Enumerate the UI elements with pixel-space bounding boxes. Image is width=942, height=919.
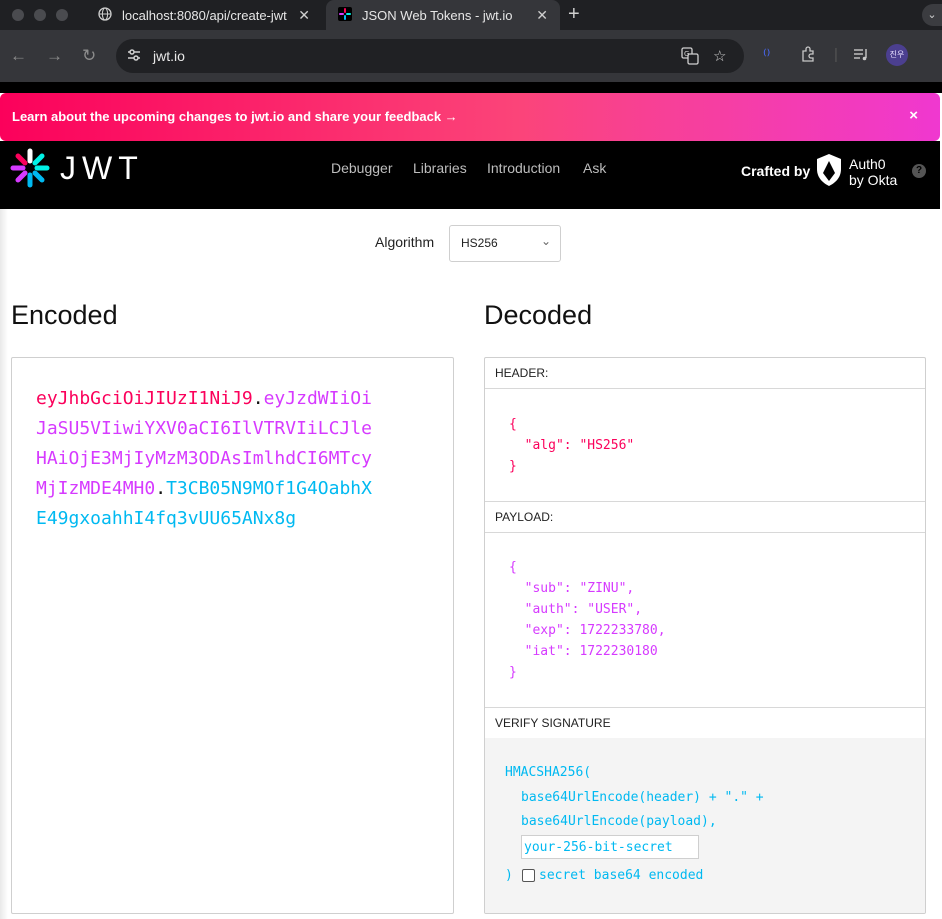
globe-icon: [98, 6, 112, 24]
nav-libraries[interactable]: Libraries: [413, 160, 467, 176]
browser-toolbar: ← → ↻ jwt.io G ☆ ⁽⁾ | 진우: [0, 30, 942, 82]
svg-text:G: G: [684, 50, 689, 58]
crafted-by-label: Crafted by: [741, 163, 811, 179]
extensions-puzzle-icon[interactable]: [800, 46, 816, 66]
site-settings-icon[interactable]: [126, 47, 142, 66]
secret-base64-label[interactable]: secret base64 encoded: [539, 865, 703, 886]
secret-base64-checkbox[interactable]: [522, 869, 535, 882]
auth0-by-okta-link[interactable]: Auth0 by Okta: [849, 156, 897, 188]
jwt-logo-icon[interactable]: [10, 148, 50, 188]
help-icon[interactable]: ?: [912, 164, 926, 178]
header-section-label: HEADER:: [485, 358, 925, 389]
verify-signature-area: HMACSHA256( base64UrlEncode(header) + ".…: [485, 738, 925, 913]
address-bar[interactable]: jwt.io G ☆: [116, 39, 744, 73]
window-close-button[interactable]: [12, 9, 24, 21]
payload-json-editor[interactable]: { "sub": "ZINU", "auth": "USER", "exp": …: [509, 557, 666, 683]
encoded-token[interactable]: eyJhbGciOiJIUzI1NiJ9.eyJzdWIiOiJaSU5VIiw…: [36, 384, 376, 534]
browser-tab-create-jwt[interactable]: localhost:8080/api/create-jwt ✕: [86, 0, 322, 30]
forward-icon[interactable]: →: [46, 46, 63, 66]
auth0-line2: by Okta: [849, 172, 898, 188]
banner-close-icon[interactable]: ×: [909, 107, 918, 124]
verify-line-payload: base64UrlEncode(payload),: [521, 814, 717, 829]
translate-icon[interactable]: G: [681, 47, 699, 69]
algorithm-label: Algorithm: [375, 234, 435, 250]
new-tab-icon[interactable]: +: [568, 3, 580, 26]
window-zoom-button[interactable]: [56, 9, 68, 21]
header-json-editor[interactable]: { "alg": "HS256" }: [509, 414, 634, 477]
toolbar-divider: |: [834, 46, 838, 63]
algorithm-value: HS256: [461, 236, 498, 250]
verify-line-header: base64UrlEncode(header) + "." +: [521, 790, 764, 805]
auth0-shield-icon[interactable]: [815, 153, 843, 187]
url-text[interactable]: jwt.io: [153, 48, 185, 64]
window-minimize-button[interactable]: [34, 9, 46, 21]
nav-ask[interactable]: Ask: [583, 160, 606, 176]
encoded-token-editor[interactable]: eyJhbGciOiJIUzI1NiJ9.eyJzdWIiOiJaSU5VIiw…: [11, 357, 454, 914]
payload-section-label: PAYLOAD:: [485, 501, 925, 533]
close-tab-icon[interactable]: ✕: [536, 7, 548, 24]
tab-title: localhost:8080/api/create-jwt: [122, 7, 287, 23]
browser-tab-bar: localhost:8080/api/create-jwt ✕ JSON Web…: [0, 0, 942, 30]
verify-section-label: VERIFY SIGNATURE: [485, 707, 925, 739]
token-header-segment: eyJhbGciOiJIUzI1NiJ9: [36, 388, 253, 409]
tab-title: JSON Web Tokens - jwt.io: [362, 7, 513, 23]
reload-icon[interactable]: ↻: [82, 46, 96, 66]
jwt-favicon: [338, 6, 352, 24]
bookmark-star-icon[interactable]: ☆: [713, 47, 726, 65]
announcement-banner: Learn about the upcoming changes to jwt.…: [0, 93, 940, 141]
decoded-panel: HEADER: { "alg": "HS256" } PAYLOAD: { "s…: [484, 357, 926, 914]
close-tab-icon[interactable]: ✕: [298, 7, 310, 24]
banner-link[interactable]: Learn about the upcoming changes to jwt.…: [12, 109, 458, 124]
tab-search-icon[interactable]: ⌄: [922, 4, 942, 26]
chevron-down-icon: ⌄: [540, 234, 551, 248]
secret-input[interactable]: your-256-bit-secret: [521, 835, 699, 859]
verify-line-close: ): [505, 868, 513, 883]
left-shadow: [0, 209, 8, 919]
auth0-line1: Auth0: [849, 156, 886, 172]
profile-avatar[interactable]: 진우: [886, 44, 908, 66]
token-dot: .: [252, 388, 264, 409]
site-header: JWT Debugger Libraries Introduction Ask …: [0, 141, 940, 209]
nav-debugger[interactable]: Debugger: [331, 160, 393, 176]
nav-introduction[interactable]: Introduction: [487, 160, 560, 176]
back-icon[interactable]: ←: [10, 46, 27, 66]
decoded-title: Decoded: [484, 300, 593, 330]
token-dot: .: [155, 478, 167, 499]
encoded-title: Encoded: [11, 300, 118, 330]
media-controls-icon[interactable]: [853, 46, 869, 66]
algorithm-select[interactable]: HS256 ⌄: [449, 225, 561, 262]
extension-icon[interactable]: ⁽⁾: [763, 46, 770, 64]
verify-line-hmac: HMACSHA256(: [505, 765, 592, 780]
browser-tab-jwt-io[interactable]: JSON Web Tokens - jwt.io ✕: [326, 0, 560, 30]
page-top-strip: [0, 82, 942, 93]
logo-text[interactable]: JWT: [60, 150, 144, 187]
